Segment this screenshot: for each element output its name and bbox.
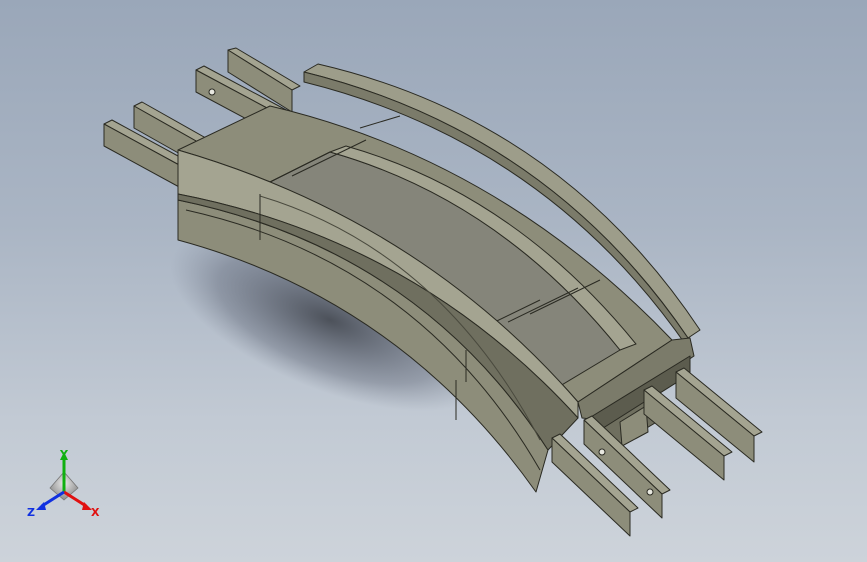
y-axis-label: Y (59, 448, 69, 461)
coordinate-triad: Y X Z (27, 448, 100, 519)
x-axis-icon (63, 490, 87, 508)
z-axis-label: Z (27, 506, 35, 519)
3d-model-viewport[interactable] (0, 0, 867, 562)
x-axis-label: X (91, 506, 100, 519)
z-axis-icon (41, 490, 65, 508)
